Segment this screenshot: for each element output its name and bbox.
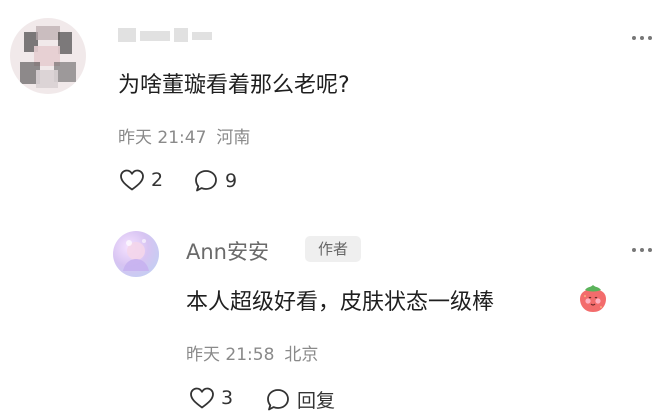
comment-reply-count: 9 (225, 170, 238, 192)
comment-like-count: 2 (151, 169, 164, 191)
reply-meta: 昨天 21:58 北京 (186, 340, 318, 365)
reply-username[interactable]: Ann安安 (186, 236, 269, 266)
comment-time: 昨天 21:47 (118, 128, 207, 148)
avatar-image (123, 239, 149, 271)
reply-avatar[interactable] (113, 231, 159, 277)
comment-icon (195, 170, 217, 192)
reply-more-button[interactable] (632, 248, 652, 252)
more-icon-dot (632, 248, 636, 252)
comment-more-button[interactable] (632, 36, 652, 40)
reply-like-count: 3 (221, 387, 234, 409)
reply-reply-label: 回复 (297, 390, 336, 412)
comment-icon (267, 388, 289, 410)
more-icon-dot (640, 36, 644, 40)
more-icon-dot (640, 248, 644, 252)
comment-like-button[interactable]: 2 (119, 168, 163, 192)
reply-text: 本人超级好看，皮肤状态一级棒 (186, 290, 495, 315)
heart-icon (120, 169, 144, 191)
reply-location: 北京 (284, 345, 319, 365)
reply-reply-button[interactable]: 回复 (265, 386, 335, 413)
reply-like-button[interactable]: 3 (189, 386, 233, 410)
commenter-avatar[interactable] (10, 18, 86, 94)
strawberry-blush-emoji (580, 285, 606, 312)
more-icon-dot (648, 36, 652, 40)
heart-icon (190, 387, 214, 409)
author-badge: 作者 (305, 236, 361, 262)
reply-time: 昨天 21:58 (186, 345, 275, 365)
comment-meta: 昨天 21:47 河南 (118, 123, 250, 148)
comment-reply-button[interactable]: 9 (193, 168, 237, 194)
comment-location: 河南 (216, 128, 251, 148)
commenter-username-blurred[interactable] (118, 28, 218, 42)
comment-text: 为啥董璇看着那么老呢? (118, 73, 350, 98)
more-icon-dot (632, 36, 636, 40)
more-icon-dot (648, 248, 652, 252)
